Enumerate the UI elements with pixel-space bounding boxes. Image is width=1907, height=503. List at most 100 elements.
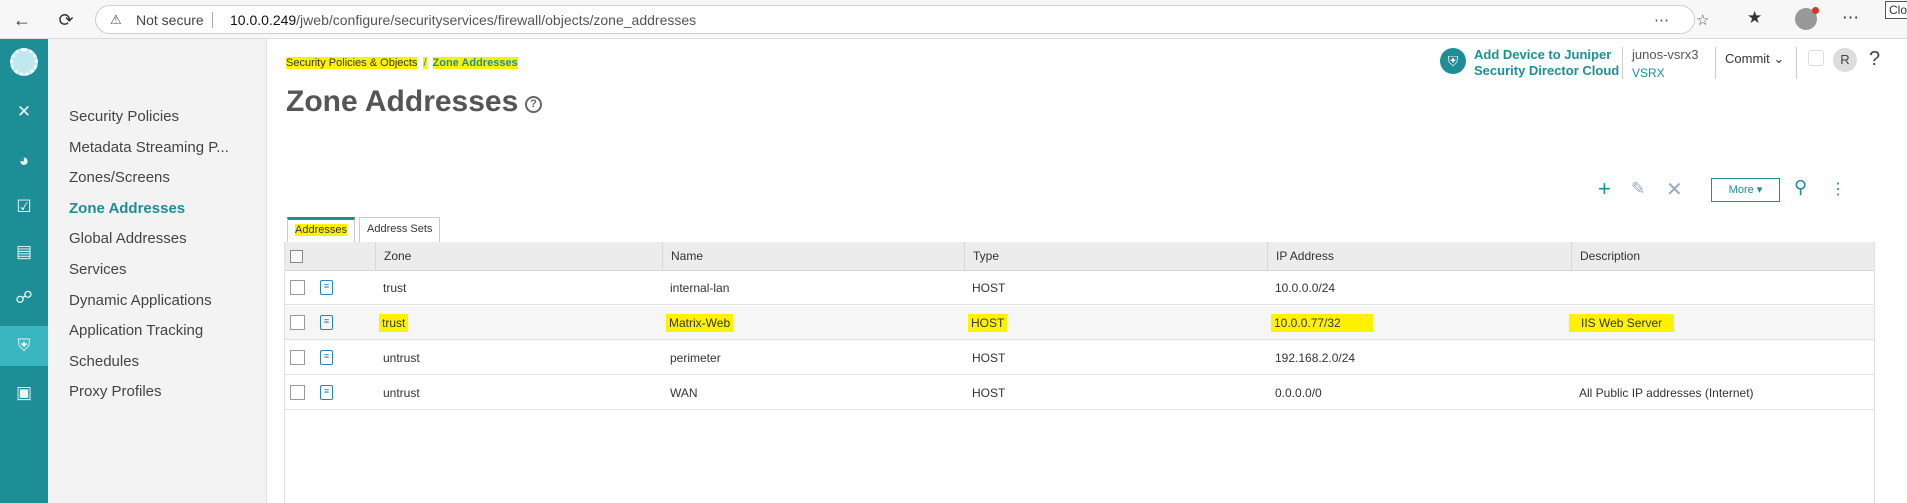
menu-item-zones-screens[interactable]: Zones/Screens bbox=[69, 169, 170, 186]
tab-address-sets[interactable]: Address Sets bbox=[359, 217, 441, 242]
more-button[interactable]: More ▾ bbox=[1711, 178, 1780, 202]
address-detail-icon[interactable]: ≡ bbox=[320, 315, 333, 330]
edit-pencil-icon[interactable]: ✎ bbox=[1631, 179, 1645, 199]
add-device-sdc-link[interactable]: Add Device to Juniper Security Director … bbox=[1474, 47, 1619, 79]
help-circle-icon[interactable]: ? bbox=[525, 96, 542, 113]
table-row[interactable]: ≡ untrust perimeter HOST 192.168.2.0/24 bbox=[285, 341, 1874, 375]
device-icon[interactable]: ▤ bbox=[0, 232, 48, 272]
cell-ip-address: 0.0.0.0/0 bbox=[1275, 386, 1322, 400]
menu-item-security-policies[interactable]: Security Policies bbox=[69, 108, 179, 125]
cell-ip-address: 10.0.0.0/24 bbox=[1275, 281, 1336, 295]
breadcrumb-current: Zone Addresses bbox=[432, 57, 518, 69]
menu-item-global-addresses[interactable]: Global Addresses bbox=[69, 230, 187, 247]
header-divider bbox=[1715, 47, 1716, 79]
add-icon[interactable]: + bbox=[1598, 176, 1611, 202]
cell-zone: trust bbox=[371, 306, 409, 340]
cell-description: All Public IP addresses (Internet) bbox=[1579, 386, 1754, 400]
notification-icon[interactable] bbox=[1808, 50, 1824, 66]
cell-description: IIS Web Server bbox=[1561, 306, 1675, 340]
warning-icon: ⚠ bbox=[110, 12, 122, 27]
help-icon[interactable]: ? bbox=[1869, 48, 1880, 71]
table-row[interactable]: ≡ trust Matrix-Web HOST 10.0.0.77/32 IIS… bbox=[285, 306, 1874, 340]
cell-type: HOST bbox=[972, 281, 1006, 295]
delete-x-icon[interactable]: ✕ bbox=[1666, 177, 1683, 202]
menu-item-proxy-profiles[interactable]: Proxy Profiles bbox=[69, 383, 162, 400]
url-text[interactable]: 10.0.0.249/jweb/configure/securityservic… bbox=[230, 12, 696, 28]
search-icon[interactable]: ⚲ bbox=[1794, 177, 1807, 198]
row-checkbox[interactable] bbox=[290, 350, 305, 365]
tab-addresses[interactable]: Addresses bbox=[287, 217, 355, 242]
column-header-ip-address[interactable]: IP Address bbox=[1267, 242, 1571, 271]
cell-name: perimeter bbox=[670, 351, 721, 365]
table-header: Zone Name Type IP Address Description bbox=[285, 242, 1874, 271]
row-checkbox[interactable] bbox=[290, 280, 305, 295]
breadcrumb: Security Policies & Objects / Zone Address… bbox=[286, 57, 518, 69]
favorites-icon[interactable]: ★ bbox=[1747, 8, 1762, 28]
header-divider bbox=[1622, 47, 1623, 79]
cell-zone: untrust bbox=[383, 351, 420, 365]
kebab-menu-icon[interactable]: ⋮ bbox=[1830, 179, 1846, 199]
security-shield-icon[interactable]: ⛨ bbox=[0, 326, 48, 366]
reload-icon[interactable]: ⟳ bbox=[54, 8, 78, 32]
menu-item-application-tracking[interactable]: Application Tracking bbox=[69, 322, 203, 339]
close-tooltip: Close bbox=[1885, 1, 1907, 19]
row-checkbox[interactable] bbox=[290, 315, 305, 330]
menu-item-services[interactable]: Services bbox=[69, 261, 127, 278]
user-avatar[interactable]: R bbox=[1833, 48, 1857, 72]
cell-type: HOST bbox=[960, 306, 1008, 340]
more-horizontal-icon[interactable]: ⋯ bbox=[1654, 11, 1669, 29]
address-detail-icon[interactable]: ≡ bbox=[320, 385, 333, 400]
network-icon[interactable]: ☍ bbox=[0, 278, 48, 318]
address-detail-icon[interactable]: ≡ bbox=[320, 350, 333, 365]
page-title: Zone Addresses bbox=[286, 85, 519, 118]
menu-item-zone-addresses[interactable]: Zone Addresses bbox=[69, 200, 185, 217]
cell-type: HOST bbox=[972, 386, 1006, 400]
chevron-down-icon: ⌄ bbox=[1773, 51, 1785, 66]
table-row[interactable]: ≡ trust internal-lan HOST 10.0.0.0/24 bbox=[285, 271, 1874, 305]
cell-ip-address: 10.0.0.77/32 bbox=[1263, 306, 1373, 340]
breadcrumb-separator: / bbox=[423, 57, 427, 69]
cell-zone: trust bbox=[383, 281, 407, 295]
column-header-description[interactable]: Description bbox=[1571, 242, 1874, 271]
side-menu: Security Policies Metadata Streaming P..… bbox=[48, 39, 267, 503]
favorite-star-icon[interactable]: ☆ bbox=[1696, 11, 1709, 29]
cell-name: internal-lan bbox=[670, 281, 730, 295]
cell-name: WAN bbox=[670, 386, 698, 400]
table-row[interactable]: ≡ untrust WAN HOST 0.0.0.0/0 All Public … bbox=[285, 376, 1874, 410]
column-header-type[interactable]: Type bbox=[964, 242, 1267, 271]
cell-description bbox=[1571, 341, 1579, 375]
breadcrumb-parent[interactable]: Security Policies & Objects bbox=[286, 57, 418, 69]
close-icon[interactable]: ✕ bbox=[0, 92, 48, 132]
row-checkbox[interactable] bbox=[290, 385, 305, 400]
address-bar[interactable]: ⚠ Not secure 10.0.0.249/jweb/configure/s… bbox=[95, 5, 1709, 34]
dashboard-icon[interactable]: ◕ bbox=[0, 141, 48, 181]
shield-icon[interactable]: ⛨ bbox=[1440, 48, 1466, 74]
menu-dots-icon[interactable]: ⋯ bbox=[1842, 8, 1859, 28]
cell-description bbox=[1571, 271, 1579, 305]
column-header-name[interactable]: Name bbox=[662, 242, 964, 271]
device-type: VSRX bbox=[1632, 66, 1665, 80]
select-all-checkbox[interactable] bbox=[290, 250, 303, 263]
address-divider bbox=[212, 12, 213, 28]
browser-toolbar: ← ⟳ ⚠ Not secure 10.0.0.249/jweb/configu… bbox=[0, 0, 1907, 39]
menu-item-metadata-streaming[interactable]: Metadata Streaming P... bbox=[69, 139, 229, 156]
cell-type: HOST bbox=[972, 351, 1006, 365]
back-arrow-icon[interactable]: ← bbox=[10, 8, 34, 32]
menu-item-dynamic-applications[interactable]: Dynamic Applications bbox=[69, 292, 212, 309]
notification-dot bbox=[1812, 7, 1819, 14]
cell-ip-address: 192.168.2.0/24 bbox=[1275, 351, 1356, 365]
juniper-logo-icon[interactable] bbox=[10, 48, 38, 76]
cell-zone: untrust bbox=[383, 386, 420, 400]
commit-dropdown[interactable]: Commit ⌄ bbox=[1725, 51, 1784, 67]
lock-icon[interactable]: ▣ bbox=[0, 373, 48, 413]
column-header-zone[interactable]: Zone bbox=[375, 242, 662, 271]
address-detail-icon[interactable]: ≡ bbox=[320, 280, 333, 295]
not-secure-label: Not secure bbox=[136, 12, 204, 28]
menu-item-schedules[interactable]: Schedules bbox=[69, 353, 139, 370]
monitor-icon[interactable]: ☑ bbox=[0, 187, 48, 227]
icon-rail: ✕ ◕ ☑ ▤ ☍ ⛨ ▣ bbox=[0, 39, 48, 503]
device-name: junos-vsrx3 bbox=[1632, 47, 1699, 62]
zone-addresses-table: Zone Name Type IP Address Description ≡ … bbox=[284, 242, 1875, 503]
header-divider bbox=[1796, 47, 1797, 79]
cell-name: Matrix-Web bbox=[658, 306, 734, 340]
